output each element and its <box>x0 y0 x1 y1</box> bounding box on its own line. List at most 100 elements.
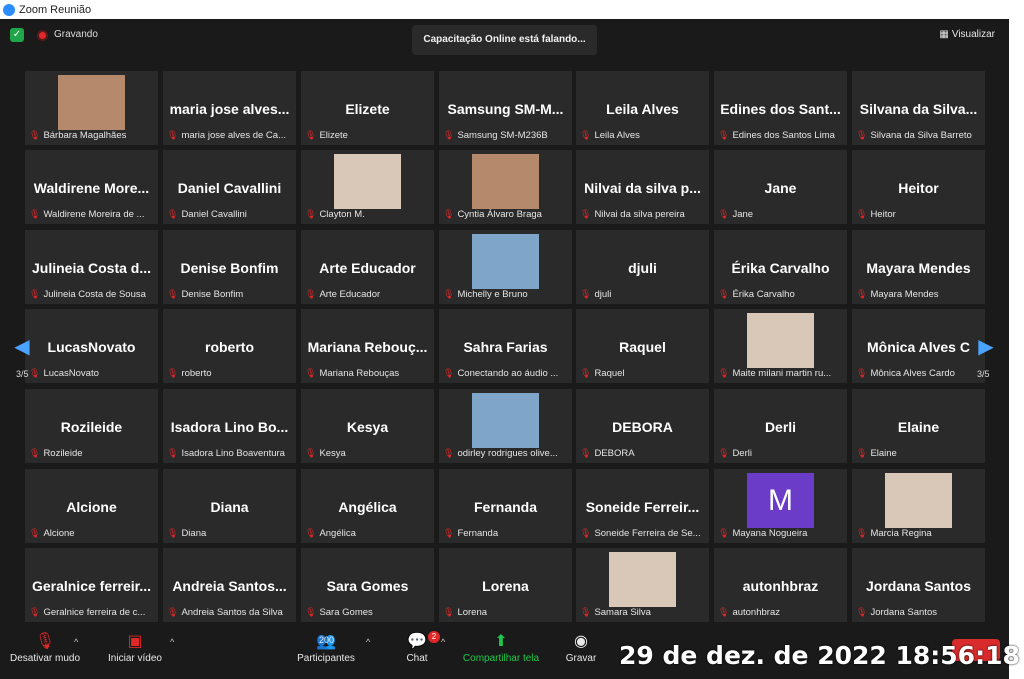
video-options-caret-icon[interactable]: ^ <box>170 637 174 647</box>
participant-tile[interactable]: Érika Carvalho 🎙 Érika Carvalho <box>714 230 847 304</box>
participant-display-name: Geralnice ferreir... <box>31 578 152 594</box>
participant-name-caption: 🎙 Nilvai da silva pereira <box>580 209 707 220</box>
participant-display-name: Alcione <box>66 499 117 515</box>
participant-tile[interactable]: Kesya 🎙 Kesya <box>301 389 434 463</box>
participant-display-name: Leila Alves <box>606 101 679 117</box>
participant-tile[interactable]: Lorena 🎙 Lorena <box>439 548 572 622</box>
participant-tile[interactable]: Arte Educador 🎙 Arte Educador <box>301 230 434 304</box>
participant-tile[interactable]: Daniel Cavallini 🎙 Daniel Cavallini <box>163 150 296 224</box>
participant-tile[interactable]: Mayara Mendes 🎙 Mayara Mendes <box>852 230 985 304</box>
participant-caption-text: Elizete <box>319 130 348 141</box>
participants-button[interactable]: 👥 200 Participantes <box>295 631 357 664</box>
participant-tile[interactable]: Elizete 🎙 Elizete <box>301 71 434 145</box>
mic-muted-icon: 🎙 <box>856 209 868 219</box>
view-button[interactable]: ▦ Visualizar <box>935 25 999 45</box>
participant-name-caption: 🎙 Alcione <box>29 528 156 539</box>
participant-caption-text: Bárbara Magalhães <box>43 130 127 141</box>
participant-tile[interactable]: Geralnice ferreir... 🎙 Geralnice ferreira … <box>25 548 158 622</box>
participant-caption-text: Érika Carvalho <box>732 289 795 300</box>
participant-tile[interactable]: M 🎙 Mayana Nogueira <box>714 469 847 543</box>
start-video-button[interactable]: ▣ Iniciar vídeo <box>104 631 166 664</box>
participant-tile[interactable]: Alcione 🎙 Alcione <box>25 469 158 543</box>
participant-tile[interactable]: Isadora Lino Bo... 🎙 Isadora Lino Boaventu… <box>163 389 296 463</box>
participant-tile[interactable]: 🎙 Cyntia Álvaro Braga <box>439 150 572 224</box>
participant-name-caption: 🎙 Mariana Rebouças <box>305 368 432 379</box>
photo-timestamp-overlay: 29 de dez. de 2022 18:56:18 <box>619 641 1020 670</box>
prev-page-arrow-icon[interactable]: ◀ <box>14 336 30 358</box>
next-page-arrow-icon[interactable]: ▶ <box>978 336 994 358</box>
participant-tile[interactable]: 🎙 Samara Silva <box>576 548 709 622</box>
participant-tile[interactable]: Rozileide 🎙 Rozileide <box>25 389 158 463</box>
mic-muted-icon: 🎙 <box>580 607 592 617</box>
participant-name-caption: 🎙 Bárbara Magalhães <box>29 130 156 141</box>
participant-caption-text: Denise Bonfim <box>181 289 244 300</box>
chat-caret-icon[interactable]: ^ <box>441 637 445 647</box>
participant-tile[interactable]: Andreia Santos... 🎙 Andreia Santos da Silv… <box>163 548 296 622</box>
participant-tile[interactable]: Raquel 🎙 Raquel <box>576 309 709 383</box>
participant-tile[interactable]: Waldirene More... 🎙 Waldirene Moreira de .… <box>25 150 158 224</box>
participant-tile[interactable]: Leila Alves 🎙 Leila Alves <box>576 71 709 145</box>
participant-tile[interactable]: Jane 🎙 Jane <box>714 150 847 224</box>
participant-tile[interactable]: Heitor 🎙 Heitor <box>852 150 985 224</box>
participant-tile[interactable]: 🎙 Bárbara Magalhães <box>25 71 158 145</box>
participant-tile[interactable]: 🎙 Michelly e Bruno <box>439 230 572 304</box>
participant-tile[interactable]: Jordana Santos 🎙 Jordana Santos <box>852 548 985 622</box>
share-screen-button[interactable]: ⬆ Compartilhar tela <box>460 631 542 664</box>
participant-tile[interactable]: Edines dos Sant... 🎙 Edines dos Santos Lim… <box>714 71 847 145</box>
participant-caption-text: Elaine <box>870 448 897 459</box>
participant-tile[interactable]: djuli 🎙 djuli <box>576 230 709 304</box>
participant-tile[interactable]: 🎙 odirley rodrigues olive... <box>439 389 572 463</box>
window-title: Zoom Reunião <box>19 3 92 16</box>
participant-name-caption: 🎙 Mayara Mendes <box>856 289 983 300</box>
participant-tile[interactable]: LucasNovato 🎙 LucasNovato <box>25 309 158 383</box>
participant-tile[interactable]: Mariana Rebouç... 🎙 Mariana Rebouças <box>301 309 434 383</box>
audio-options-caret-icon[interactable]: ^ <box>74 637 78 647</box>
participant-caption-text: Sara Gomes <box>319 607 373 618</box>
mic-muted-icon: 🎙 <box>167 607 179 617</box>
participant-caption-text: Jane <box>732 209 754 220</box>
participant-tile[interactable]: 🎙 Maite milani martin ru... <box>714 309 847 383</box>
participant-tile[interactable]: Julineia Costa d... 🎙 Julineia Costa de So… <box>25 230 158 304</box>
participant-caption-text: roberto <box>181 368 212 379</box>
participant-tile[interactable]: maria jose alves... 🎙 maria jose alves de … <box>163 71 296 145</box>
participant-tile[interactable]: autonhbraz 🎙 autonhbraz <box>714 548 847 622</box>
participant-tile[interactable]: Angélica 🎙 Angélica <box>301 469 434 543</box>
mic-muted-icon: 🎙 <box>29 528 41 538</box>
participant-tile[interactable]: Elaine 🎙 Elaine <box>852 389 985 463</box>
security-shield-icon[interactable]: ✓ <box>10 28 24 42</box>
participant-tile[interactable]: roberto 🎙 roberto <box>163 309 296 383</box>
mic-muted-icon: 🎙 <box>305 448 317 458</box>
participant-tile[interactable]: DEBORA 🎙 DEBORA <box>576 389 709 463</box>
participant-name-caption: 🎙 Érika Carvalho <box>718 289 845 300</box>
participant-tile[interactable]: Fernanda 🎙 Fernanda <box>439 469 572 543</box>
participant-tile[interactable]: Mônica Alves C 🎙 Mônica Alves Cardo <box>852 309 985 383</box>
participant-tile[interactable]: 🎙 Clayton M. <box>301 150 434 224</box>
participant-caption-text: Jordana Santos <box>870 607 937 618</box>
participant-tile[interactable]: Samsung SM-M... 🎙 Samsung SM-M236B <box>439 71 572 145</box>
mic-muted-icon: 🎙 <box>856 130 868 140</box>
participant-tile[interactable]: Nilvai da silva p... 🎙 Nilvai da silva per… <box>576 150 709 224</box>
recording-dot-icon[interactable] <box>37 30 48 41</box>
participant-tile[interactable]: Soneide Ferreir... 🎙 Soneide Ferreira de S… <box>576 469 709 543</box>
participant-tile[interactable]: 🎙 Marcia Regina <box>852 469 985 543</box>
participant-tile[interactable]: Derli 🎙 Derli <box>714 389 847 463</box>
participant-tile[interactable]: Denise Bonfim 🎙 Denise Bonfim <box>163 230 296 304</box>
participant-name-caption: 🎙 Waldirene Moreira de ... <box>29 209 156 220</box>
participant-tile[interactable]: Sahra Farias 🎙 Conectando ao áudio ... <box>439 309 572 383</box>
participants-count: 200 <box>319 635 335 645</box>
participant-tile[interactable]: Sara Gomes 🎙 Sara Gomes <box>301 548 434 622</box>
participant-name-caption: 🎙 Maite milani martin ru... <box>718 368 845 379</box>
participants-caret-icon[interactable]: ^ <box>366 637 370 647</box>
participant-tile[interactable]: Diana 🎙 Diana <box>163 469 296 543</box>
participant-name-caption: 🎙 Arte Educador <box>305 289 432 300</box>
mic-muted-icon: 🎙 <box>29 368 41 378</box>
participant-caption-text: Arte Educador <box>319 289 381 300</box>
participant-caption-text: Mayana Nogueira <box>732 528 808 539</box>
record-button[interactable]: ◉ Gravar <box>563 631 599 664</box>
chat-button[interactable]: 💬 2 Chat <box>400 631 440 664</box>
start-video-label: Iniciar vídeo <box>108 653 162 664</box>
participant-caption-text: Lorena <box>457 607 488 618</box>
participant-tile[interactable]: Silvana da Silva... 🎙 Silvana da Silva Bar… <box>852 71 985 145</box>
participant-video-thumbnail <box>885 473 952 528</box>
unmute-button[interactable]: 🎙 Desativar mudo <box>8 631 82 664</box>
